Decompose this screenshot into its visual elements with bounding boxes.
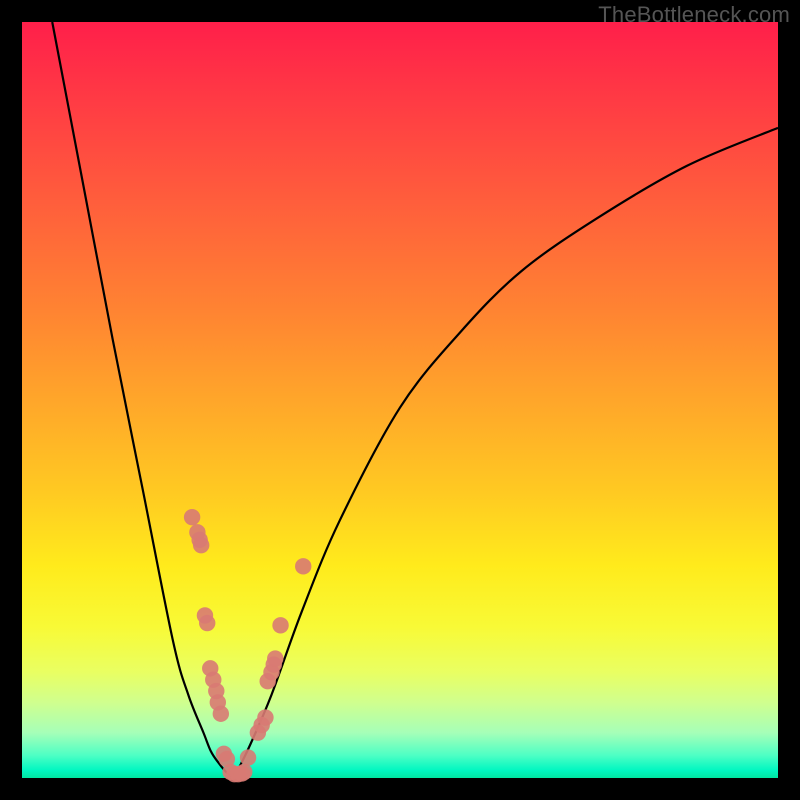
scatter-dot <box>267 650 283 666</box>
curve-group <box>52 22 778 778</box>
scatter-dot <box>295 558 311 574</box>
scatter-dot <box>240 749 256 765</box>
curve-right-branch <box>234 128 778 778</box>
scatter-group <box>184 509 312 782</box>
scatter-dot <box>193 537 209 553</box>
scatter-dot <box>184 509 200 525</box>
scatter-dot <box>236 764 252 780</box>
scatter-dot <box>272 617 288 633</box>
scatter-dot <box>257 709 273 725</box>
chart-svg-overlay <box>22 22 778 778</box>
chart-container: TheBottleneck.com <box>0 0 800 800</box>
scatter-dot <box>199 615 215 631</box>
scatter-dot <box>213 706 229 722</box>
